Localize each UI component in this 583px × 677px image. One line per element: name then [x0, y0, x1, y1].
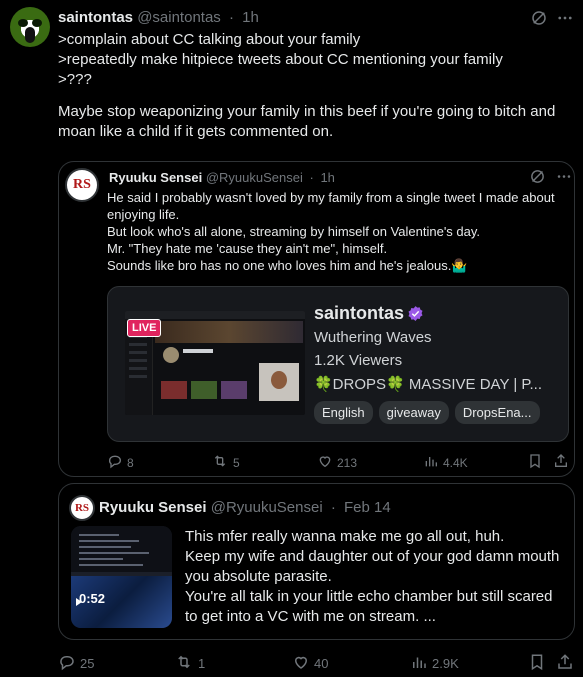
- more-icon[interactable]: [555, 9, 575, 32]
- reply-count: 25: [80, 656, 95, 671]
- quote-handle[interactable]: @RyuukuSensei: [211, 499, 323, 516]
- reply-icon: [107, 453, 123, 472]
- share-icon: [556, 653, 574, 674]
- quote-handle[interactable]: @RyuukuSensei: [206, 170, 303, 185]
- video-duration: 0:52: [79, 591, 106, 606]
- tweet-line: >repeatedly make hitpiece tweets about C…: [58, 51, 503, 68]
- reply-button[interactable]: 25: [58, 653, 94, 674]
- repost-icon: [211, 453, 229, 472]
- stream-tag[interactable]: DropsEna...: [454, 401, 540, 424]
- stream-tag[interactable]: giveaway: [378, 401, 449, 424]
- repost-button[interactable]: 1: [174, 653, 205, 674]
- views-button[interactable]: 4.4K: [423, 453, 468, 472]
- quote-timestamp[interactable]: 1h: [320, 170, 334, 185]
- quote-avatar[interactable]: RS: [69, 495, 95, 521]
- views-icon: [410, 653, 428, 674]
- grok-icon[interactable]: [530, 9, 548, 32]
- quote-header: Ryuuku Sensei @RyuukuSensei · Feb 14: [99, 499, 391, 516]
- view-count: 4.4K: [443, 455, 468, 470]
- bookmark-button[interactable]: [528, 653, 546, 674]
- video-thumbnail[interactable]: [71, 526, 172, 628]
- quote-line: Sounds like bro has no one who loves him…: [107, 258, 468, 273]
- like-count: 40: [314, 656, 329, 671]
- quote-separator: ·: [330, 499, 336, 516]
- quote-line: Mr. "They hate me 'cause they ain't me",…: [107, 241, 388, 256]
- tweet-paragraph: Maybe stop weaponizing your family in th…: [58, 103, 560, 140]
- tweet-text: >complain about CC talking about your fa…: [58, 30, 578, 142]
- view-count: 2.9K: [432, 656, 459, 671]
- stream-card[interactable]: LIVE saintontas Wuthering Waves 1.2K Vie…: [107, 286, 569, 442]
- reply-icon: [58, 653, 76, 674]
- stream-channel-name[interactable]: saintontas: [314, 303, 404, 324]
- quote-text: He said I probably wasn't loved by my fa…: [107, 189, 567, 274]
- more-icon[interactable]: [555, 168, 573, 190]
- quote-date[interactable]: Feb 14: [344, 499, 391, 516]
- quoted-tweet[interactable]: RS Ryuuku Sensei @RyuukuSensei · Feb 14 …: [58, 483, 575, 640]
- quote-line: He said I probably wasn't loved by my fa…: [107, 190, 559, 222]
- repost-button[interactable]: 5: [211, 453, 240, 472]
- verified-icon: [407, 305, 424, 327]
- tweet-line: >complain about CC talking about your fa…: [58, 31, 361, 48]
- stream-viewers: 1.2K Viewers: [314, 352, 403, 369]
- quote-line: Keep my wife and daughter out of your go…: [185, 548, 564, 585]
- reply-count: 8: [127, 455, 134, 470]
- heart-icon: [292, 653, 310, 674]
- timestamp[interactable]: 1h: [242, 9, 259, 26]
- repost-count: 1: [198, 656, 206, 671]
- live-badge: LIVE: [127, 319, 162, 337]
- quote-display-name[interactable]: Ryuuku Sensei: [109, 170, 202, 185]
- heart-icon: [317, 453, 333, 472]
- reply-button[interactable]: 8: [107, 453, 134, 472]
- avatar-eye-left: [18, 19, 28, 27]
- stream-title: 🍀DROPS🍀 MASSIVE DAY | P...: [314, 376, 542, 393]
- tweet-line: >???: [58, 71, 92, 88]
- share-button[interactable]: [553, 453, 569, 472]
- quote-line: This mfer really wanna make me go all ou…: [185, 528, 505, 545]
- repost-icon: [174, 653, 194, 674]
- quote-avatar[interactable]: RS: [65, 168, 99, 202]
- quote-text: This mfer really wanna make me go all ou…: [185, 527, 565, 627]
- quote-header: Ryuuku Sensei @RyuukuSensei · 1h: [109, 170, 335, 185]
- bookmark-icon: [528, 653, 546, 674]
- repost-count: 5: [233, 455, 240, 470]
- stream-tag[interactable]: English: [314, 401, 373, 424]
- handle[interactable]: @saintontas: [137, 9, 221, 26]
- separator: ·: [228, 9, 234, 26]
- stream-tags: English giveaway DropsEna...: [314, 401, 546, 424]
- avatar-mouth: [25, 27, 35, 43]
- views-button[interactable]: 2.9K: [410, 653, 459, 674]
- quote-separator: ·: [309, 170, 314, 185]
- quote-line: You're all talk in your little echo cham…: [185, 588, 557, 625]
- stream-game: Wuthering Waves: [314, 329, 432, 346]
- quote-display-name[interactable]: Ryuuku Sensei: [99, 499, 207, 516]
- avatar[interactable]: [10, 7, 50, 47]
- like-button[interactable]: 40: [292, 653, 328, 674]
- share-button[interactable]: [556, 653, 574, 674]
- quoted-tweet[interactable]: RS Ryuuku Sensei @RyuukuSensei · 1h He s…: [58, 161, 575, 477]
- grok-icon[interactable]: [529, 168, 546, 190]
- avatar-eye-right: [32, 19, 42, 27]
- views-icon: [423, 453, 439, 472]
- bookmark-button[interactable]: [527, 453, 543, 472]
- display-name[interactable]: saintontas: [58, 9, 133, 26]
- quote-line: But look who's all alone, streaming by h…: [107, 224, 481, 239]
- like-count: 213: [337, 455, 358, 470]
- bookmark-icon: [527, 453, 543, 472]
- like-button[interactable]: 213: [317, 453, 357, 472]
- tweet-header: saintontas @saintontas · 1h: [58, 9, 259, 26]
- share-icon: [553, 453, 569, 472]
